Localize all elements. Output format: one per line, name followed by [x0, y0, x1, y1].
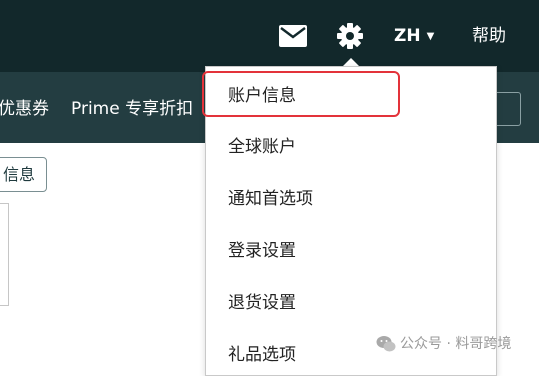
highlight-box [202, 71, 400, 117]
menu-item-gift-options[interactable]: 礼品选项 [228, 343, 296, 367]
menu-item-return-settings[interactable]: 退货设置 [228, 291, 296, 315]
language-selector[interactable]: ZH ▼ [394, 24, 434, 49]
watermark-text: 公众号 · 料哥跨境 [400, 336, 512, 352]
menu-item-notification-preferences[interactable]: 通知首选项 [228, 187, 313, 211]
wechat-icon [376, 336, 396, 352]
info-button[interactable]: 信息 [0, 157, 47, 192]
chevron-down-icon: ▼ [426, 31, 435, 42]
language-label: ZH [394, 26, 421, 46]
mail-icon[interactable] [279, 25, 307, 47]
gear-icon[interactable] [336, 22, 364, 50]
menu-item-login-settings[interactable]: 登录设置 [228, 239, 296, 263]
nav-item-prime-discounts[interactable]: Prime 专享折扣 [71, 98, 203, 120]
menu-item-global-account[interactable]: 全球账户 [228, 135, 296, 159]
top-bar [0, 0, 539, 72]
content-panel [0, 203, 9, 306]
search-box-edge[interactable] [496, 92, 521, 126]
help-link[interactable]: 帮助 [472, 24, 506, 48]
nav-item-coupons[interactable]: 优惠券 [0, 98, 49, 120]
